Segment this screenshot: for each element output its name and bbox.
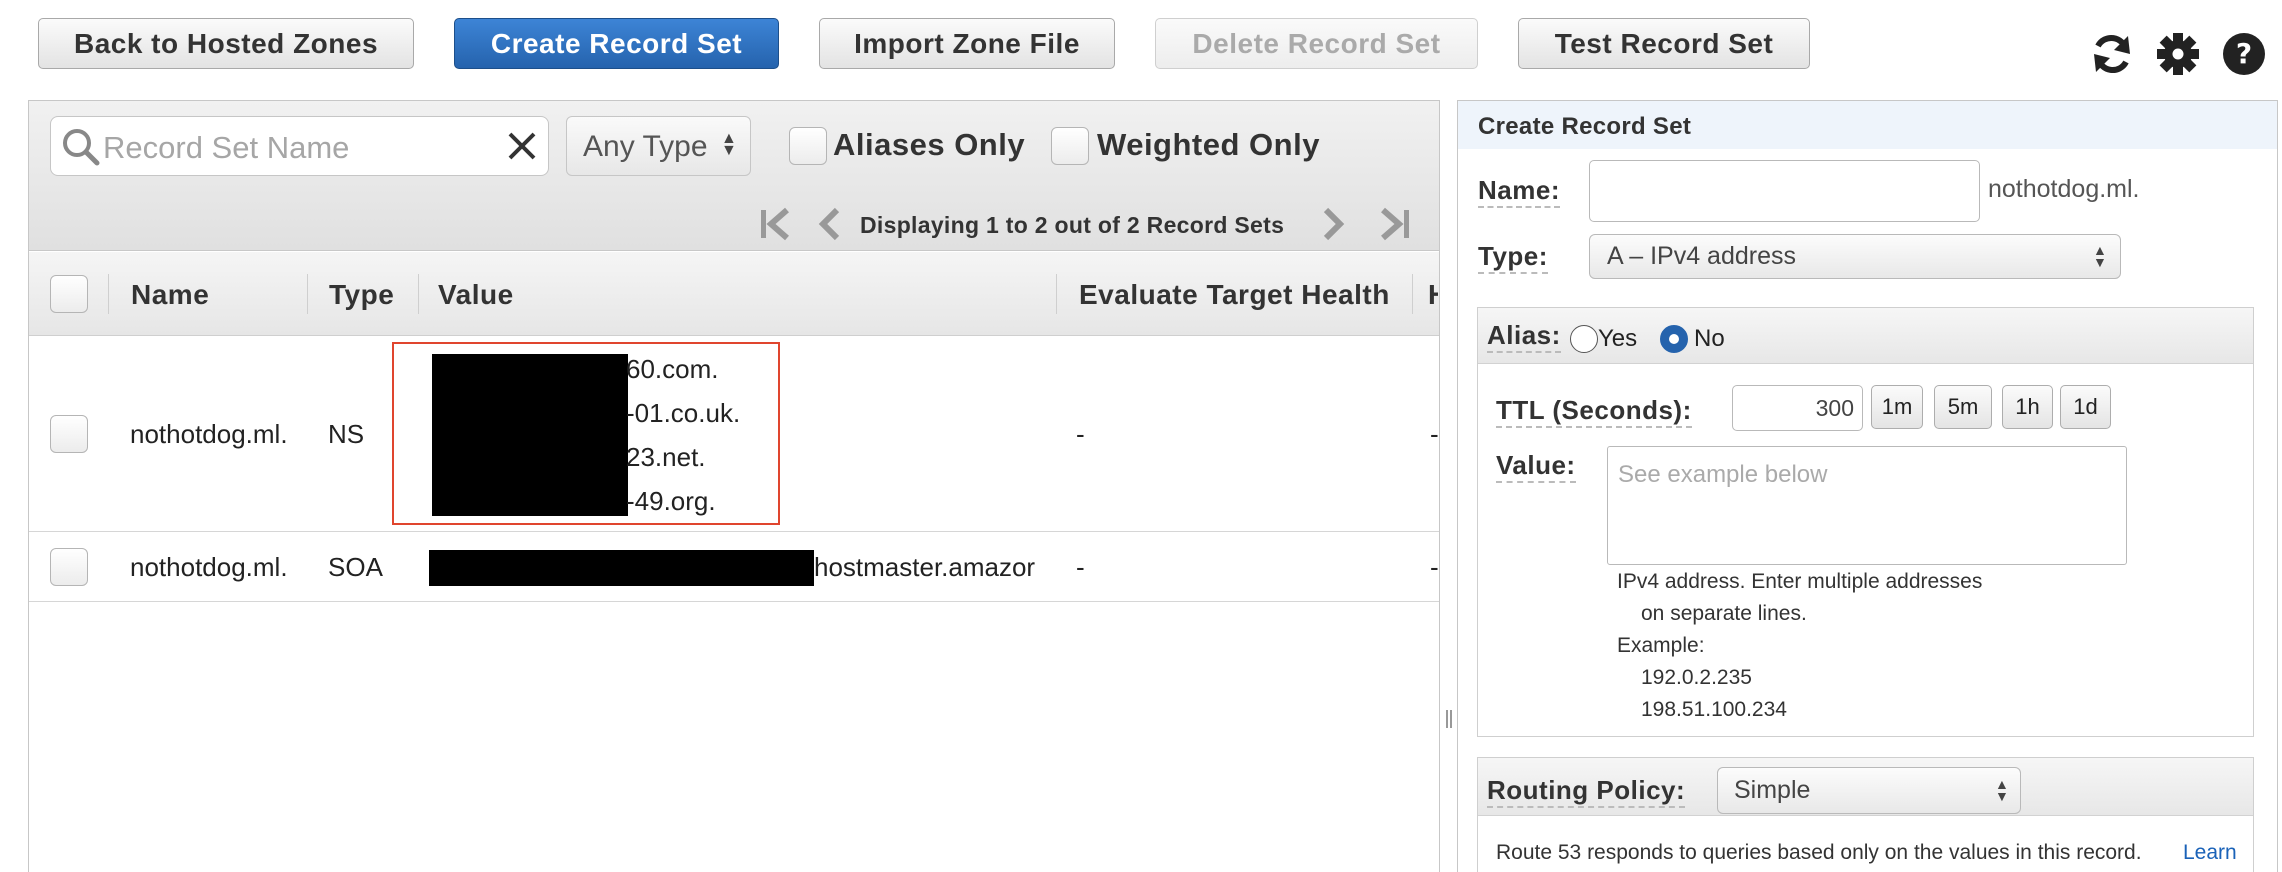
ttl-5m-button[interactable]: 5m	[1934, 385, 1992, 429]
value-placeholder: See example below	[1618, 461, 1828, 488]
test-record-set-button[interactable]: Test Record Set	[1518, 18, 1810, 69]
row-truncated-cell: -	[1430, 552, 1439, 582]
first-page-icon[interactable]	[757, 206, 797, 242]
select-arrows-icon: ▲ ▼	[1995, 776, 2009, 804]
name-input[interactable]	[1589, 160, 1980, 222]
row-value-clip: hostmaster.amazor	[814, 552, 1038, 583]
type-select[interactable]: A – IPv4 address ▲ ▼	[1589, 234, 2121, 279]
ttl-1h-button[interactable]: 1h	[2002, 385, 2053, 429]
row-value-line: 23.net.	[626, 442, 706, 472]
learn-more-link[interactable]: Learn	[2183, 841, 2237, 865]
row-name[interactable]: nothotdog.ml.	[130, 419, 288, 450]
weighted-only-label: Weighted Only	[1097, 127, 1320, 162]
zone-suffix: nothotdog.ml.	[1988, 175, 2140, 203]
aliases-only-label: Aliases Only	[833, 127, 1026, 162]
redaction-block	[432, 354, 628, 516]
value-hint-example-label: Example:	[1617, 634, 1705, 657]
ttl-input[interactable]: 300	[1732, 385, 1863, 431]
redaction-block	[429, 550, 814, 586]
row-checkbox[interactable]	[50, 548, 88, 586]
refresh-icon[interactable]	[2088, 30, 2136, 78]
row-value-line: 60.com.	[626, 354, 719, 384]
column-divider	[418, 274, 419, 314]
type-filter-value: Any Type	[583, 130, 708, 163]
search-icon	[63, 129, 100, 166]
type-select-value: A – IPv4 address	[1607, 242, 1797, 270]
ttl-value: 300	[1815, 395, 1854, 421]
select-all-checkbox[interactable]	[50, 275, 88, 313]
column-divider	[1056, 274, 1057, 314]
pager-status: Displaying 1 to 2 out of 2 Record Sets	[860, 212, 1285, 238]
name-label: Name:	[1478, 175, 1560, 208]
column-divider	[307, 274, 308, 314]
next-page-icon[interactable]	[1318, 206, 1346, 242]
search-input[interactable]: Record Set Name	[50, 116, 549, 176]
row-type[interactable]: NS	[328, 419, 364, 450]
select-arrows-icon: ▲ ▼	[721, 130, 737, 159]
value-hint-example: 192.0.2.235	[1641, 666, 1752, 689]
aliases-only-checkbox[interactable]	[789, 127, 827, 165]
column-header-evaluate-target-health[interactable]: Evaluate Target Health	[1079, 279, 1390, 311]
alias-no-label[interactable]: No	[1694, 325, 1725, 353]
routing-description: Route 53 responds to queries based only …	[1496, 841, 2142, 864]
column-header-name[interactable]: Name	[131, 279, 209, 311]
gear-icon[interactable]	[2154, 30, 2202, 78]
ttl-label: TTL (Seconds):	[1496, 395, 1692, 428]
column-header-type[interactable]: Type	[329, 279, 394, 311]
routing-policy-value: Simple	[1734, 776, 1811, 804]
row-value-line: -01.co.uk.	[626, 398, 741, 428]
row-truncated-cell: -	[1430, 419, 1439, 449]
column-header-value[interactable]: Value	[438, 279, 514, 311]
type-filter-select[interactable]: Any Type ▲ ▼	[566, 116, 751, 176]
import-zone-file-button[interactable]: Import Zone File	[819, 18, 1115, 69]
row-value-line: -49.org.	[626, 486, 716, 516]
weighted-only-checkbox[interactable]	[1051, 127, 1089, 165]
ttl-1m-button[interactable]: 1m	[1871, 385, 1923, 429]
row-type[interactable]: SOA	[328, 552, 383, 583]
search-placeholder: Record Set Name	[103, 130, 350, 165]
alias-label: Alias:	[1487, 320, 1561, 353]
alias-yes-label[interactable]: Yes	[1598, 325, 1637, 353]
help-icon[interactable]: ?	[2220, 30, 2268, 78]
value-label: Value:	[1496, 450, 1576, 483]
create-record-set-button[interactable]: Create Record Set	[454, 18, 779, 69]
panel-resize-handle[interactable]	[1446, 710, 1452, 728]
type-label: Type:	[1478, 241, 1548, 274]
back-to-hosted-zones-button[interactable]: Back to Hosted Zones	[38, 18, 414, 69]
delete-record-set-button[interactable]: Delete Record Set	[1155, 18, 1478, 69]
value-hint: IPv4 address. Enter multiple addresses	[1617, 570, 1983, 593]
row-divider	[29, 601, 1439, 602]
row-value: hostmaster.amazor	[814, 552, 1036, 582]
last-page-icon[interactable]	[1373, 206, 1413, 242]
row-evaluate-target-health: -	[1076, 419, 1085, 449]
ttl-1d-button[interactable]: 1d	[2060, 385, 2111, 429]
svg-text:?: ?	[2236, 37, 2252, 70]
clear-icon[interactable]	[506, 130, 538, 162]
row-evaluate-target-health: -	[1076, 552, 1085, 582]
value-textarea[interactable]: See example below	[1607, 446, 2127, 565]
routing-policy-label: Routing Policy:	[1487, 775, 1686, 808]
row-name[interactable]: nothotdog.ml.	[130, 552, 288, 583]
column-header-truncated[interactable]: H	[1428, 279, 1438, 311]
row-checkbox[interactable]	[50, 415, 88, 453]
alias-no-radio[interactable]	[1660, 325, 1688, 353]
select-arrows-icon: ▲ ▼	[2093, 242, 2107, 270]
column-divider	[108, 274, 109, 314]
column-divider	[1412, 274, 1413, 314]
alias-yes-radio[interactable]	[1570, 325, 1598, 353]
value-hint: on separate lines.	[1641, 602, 1807, 625]
prev-page-icon[interactable]	[817, 206, 845, 242]
value-hint-example: 198.51.100.234	[1641, 698, 1787, 721]
form-title: Create Record Set	[1478, 113, 1692, 140]
routing-policy-select[interactable]: Simple ▲ ▼	[1717, 767, 2021, 814]
row-divider	[29, 531, 1439, 532]
